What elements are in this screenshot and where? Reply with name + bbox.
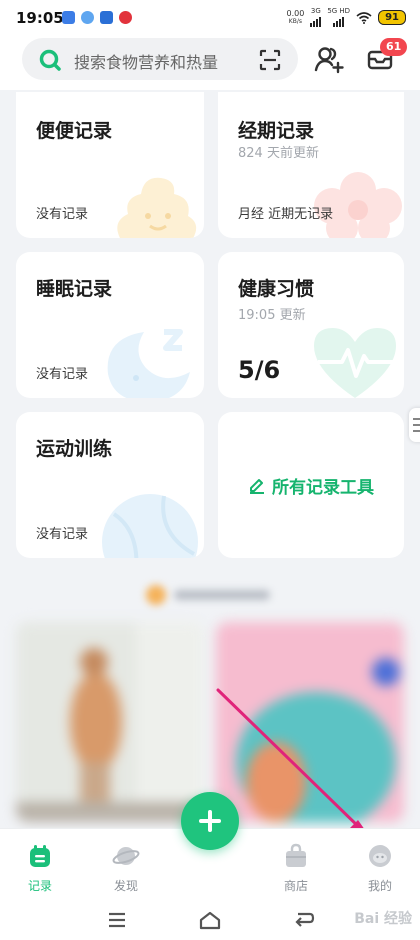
- all-tools-label: 所有记录工具: [272, 477, 374, 498]
- tab-mine[interactable]: 我的: [350, 843, 410, 894]
- feed-section-header: [140, 582, 280, 608]
- home-icon[interactable]: [198, 910, 222, 930]
- app-notification-icon: [100, 11, 113, 24]
- watermark-text: Bai 经验: [354, 911, 412, 927]
- period-record-card[interactable]: 经期记录 824 天前更新 月经 近期无记录: [218, 92, 404, 238]
- signal-3g: 3G: [310, 8, 322, 27]
- app-notification-icon: [62, 11, 75, 24]
- card-status: 没有记录: [36, 527, 89, 542]
- message-count-badge: 61: [380, 38, 408, 56]
- tab-label: 我的: [367, 879, 392, 893]
- wifi-icon: [356, 11, 372, 24]
- bag-icon: [286, 843, 306, 867]
- notification-icons: [62, 11, 132, 24]
- menu-icon[interactable]: [106, 910, 128, 930]
- add-friend-icon[interactable]: [314, 46, 344, 74]
- battery-indicator: 91: [378, 10, 406, 25]
- feed-post-card[interactable]: [16, 622, 204, 822]
- card-status: 月经 近期无记录: [238, 207, 334, 222]
- health-habit-card[interactable]: 健康习惯 19:05 更新 5/6: [218, 252, 404, 398]
- tab-label: 发现: [113, 879, 138, 893]
- search-placeholder: 搜索食物营养和热量: [74, 53, 219, 72]
- add-record-button[interactable]: [181, 792, 239, 850]
- signal-bars-icon: [333, 15, 345, 27]
- exercise-record-card[interactable]: 运动训练 没有记录: [16, 412, 204, 558]
- app-notification-icon: [81, 11, 94, 24]
- card-title: 睡眠记录: [36, 278, 113, 300]
- tab-label: 记录: [27, 879, 52, 893]
- card-title: 健康习惯: [238, 278, 315, 300]
- top-header: 搜索食物营养和热量 61: [0, 34, 420, 90]
- heart-rate-illustration-icon: [314, 328, 396, 398]
- card-title: 经期记录: [238, 120, 315, 142]
- tab-label: 商店: [283, 879, 308, 893]
- all-record-tools-card[interactable]: 所有记录工具: [218, 412, 404, 558]
- poop-record-card[interactable]: 便便记录 没有记录: [16, 92, 204, 238]
- status-time: 19:05: [16, 9, 64, 27]
- card-subtitle: 824 天前更新: [238, 146, 319, 161]
- moon-illustration-icon: [107, 329, 190, 398]
- profile-icon: [369, 845, 391, 867]
- flower-illustration-icon: [314, 172, 402, 238]
- net-speed: 0.00 KB/s: [286, 8, 305, 25]
- ball-illustration-icon: [102, 494, 198, 558]
- poop-illustration-icon: [117, 177, 197, 238]
- card-status: 没有记录: [36, 207, 89, 222]
- search-icon: [39, 49, 61, 71]
- sleep-record-card[interactable]: 睡眠记录 没有记录: [16, 252, 204, 398]
- status-bar: 19:05 0.00 KB/s 3G 5G HD 91: [0, 0, 420, 34]
- plus-icon: [199, 810, 221, 832]
- calendar-icon: [30, 845, 50, 867]
- card-title: 便便记录: [36, 120, 113, 142]
- habit-progress-value: 5/6: [238, 356, 281, 384]
- tab-store[interactable]: 商店: [266, 843, 326, 894]
- tab-discover[interactable]: 发现: [96, 843, 156, 894]
- signal-bars-icon: [310, 15, 322, 27]
- tab-records[interactable]: 记录: [10, 843, 70, 894]
- card-title: 运动训练: [36, 438, 113, 460]
- planet-icon: [112, 847, 140, 865]
- app-notification-icon: [119, 11, 132, 24]
- edit-icon: [250, 479, 264, 494]
- feed-post-card[interactable]: [216, 622, 404, 822]
- card-subtitle: 19:05 更新: [238, 308, 306, 323]
- system-nav-bar: Bai 经验: [0, 900, 420, 940]
- card-status: 没有记录: [36, 367, 89, 382]
- menu-lines-icon: [413, 418, 420, 432]
- scan-icon[interactable]: [258, 48, 282, 72]
- search-bar[interactable]: 搜索食物营养和热量: [22, 38, 298, 80]
- signal-5g: 5G HD: [327, 8, 350, 27]
- back-icon[interactable]: [292, 910, 316, 930]
- side-drawer-handle[interactable]: [409, 408, 420, 442]
